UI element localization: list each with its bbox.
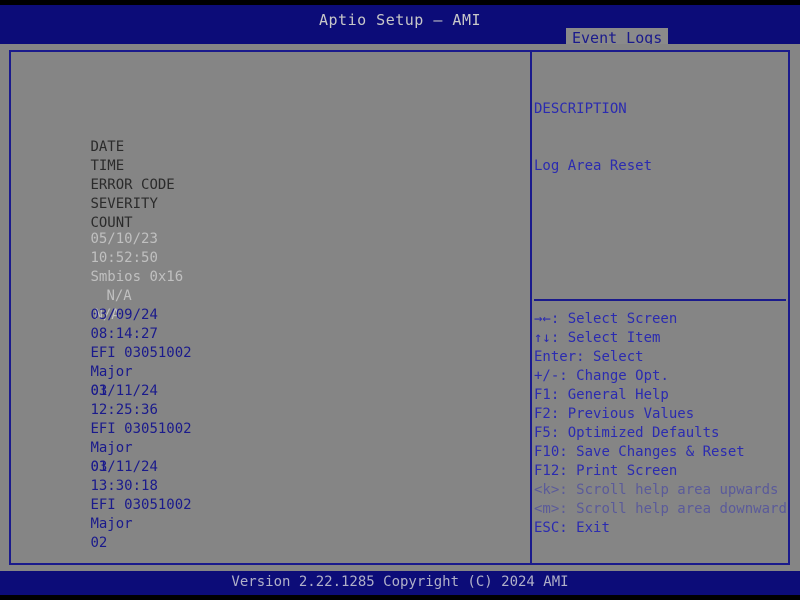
help-key-f5: F5: Optimized Defaults (534, 424, 788, 443)
help-separator (534, 299, 786, 301)
help-key-label: : Scroll help area upwards (559, 482, 779, 498)
help-key-select-item: ↑↓: Select Item (534, 329, 788, 348)
k-key-icon: <k> (534, 482, 560, 498)
footer-bar: Version 2.22.1285 Copyright (C) 2024 AMI (0, 571, 800, 595)
help-key-label: : Optimized Defaults (550, 425, 720, 441)
cell-severity: Major (90, 516, 133, 532)
description-block: DESCRIPTION Log Area Reset (534, 62, 784, 214)
cell-error-code: EFI 03051002 (90, 497, 192, 513)
help-key-select-screen: →←: Select Screen (534, 310, 788, 329)
cell-severity: Major (90, 440, 133, 456)
column-header-severity: SEVERITY (90, 196, 158, 212)
cell-severity: N/A (106, 288, 132, 304)
bios-setup-screen: Aptio Setup – AMI Event Logs DATE TIME E… (0, 0, 800, 600)
help-key-list: →←: Select Screen ↑↓: Select Item Enter:… (534, 310, 788, 538)
plus-minus-key-icon: +/- (534, 368, 560, 384)
help-key-label: : Change Opt. (559, 368, 669, 384)
header-bar: Aptio Setup – AMI Event Logs (0, 5, 800, 49)
help-key-scroll-up: <k>: Scroll help area upwards (534, 481, 788, 500)
help-key-enter: Enter: Select (534, 348, 788, 367)
help-key-label: : Select (576, 349, 644, 365)
help-key-label: : General Help (550, 387, 669, 403)
help-key-label: : Scroll help area downwards (559, 501, 788, 517)
cell-time: 08:14:27 (90, 326, 158, 342)
cell-time: 12:25:36 (90, 402, 158, 418)
column-header-error-code: ERROR CODE (90, 177, 175, 193)
left-right-arrow-icon: →← (534, 311, 551, 327)
cell-date: 03/11/24 (90, 383, 158, 399)
up-down-arrow-icon: ↑↓ (534, 330, 551, 346)
table-header-row: DATE TIME ERROR CODE SEVERITY COUNT (23, 119, 183, 231)
help-key-label: : Save Changes & Reset (559, 444, 745, 460)
cell-date: 05/10/23 (90, 231, 158, 247)
f10-key-icon: F10 (534, 444, 560, 460)
help-key-label: : Print Screen (559, 463, 678, 479)
help-key-change-opt: +/-: Change Opt. (534, 367, 788, 386)
help-key-label: : Select Item (550, 330, 661, 346)
help-key-scroll-down: <m>: Scroll help area downwards (534, 500, 788, 519)
f1-key-icon: F1 (534, 387, 551, 403)
cell-error-code: EFI 03051002 (90, 345, 192, 361)
f5-key-icon: F5 (534, 425, 551, 441)
cell-error-code: Smbios 0x16 (90, 269, 184, 285)
column-header-time: TIME (90, 158, 125, 174)
m-key-icon: <m> (534, 501, 560, 517)
cell-error-code: EFI 03051002 (90, 421, 192, 437)
cell-time: 10:52:50 (90, 250, 158, 266)
event-log-panel: DATE TIME ERROR CODE SEVERITY COUNT 05/1… (11, 52, 529, 563)
f2-key-icon: F2 (534, 406, 551, 422)
help-key-f1: F1: General Help (534, 386, 788, 405)
cell-severity: Major (90, 364, 133, 380)
help-key-label: : Exit (559, 520, 610, 536)
help-panel: DESCRIPTION Log Area Reset →←: Select Sc… (532, 52, 788, 563)
event-log-table: DATE TIME ERROR CODE SEVERITY COUNT 05/1… (23, 62, 192, 551)
help-key-esc: ESC: Exit (534, 519, 788, 538)
cell-count: 02 (90, 535, 108, 551)
description-heading: DESCRIPTION (534, 101, 627, 117)
cell-date: 03/11/24 (90, 459, 158, 475)
help-key-label: : Previous Values (550, 406, 695, 422)
help-key-f2: F2: Previous Values (534, 405, 788, 424)
help-key-f10: F10: Save Changes & Reset (534, 443, 788, 462)
help-key-label: : Select Screen (550, 311, 678, 327)
esc-key-icon: ESC (534, 520, 560, 536)
f12-key-icon: F12 (534, 463, 560, 479)
column-header-date: DATE (90, 139, 125, 155)
help-key-f12: F12: Print Screen (534, 462, 788, 481)
cell-date: 03/09/24 (90, 307, 158, 323)
description-text: Log Area Reset (534, 158, 653, 174)
cell-time: 13:30:18 (90, 478, 158, 494)
enter-key-icon: Enter (534, 349, 577, 365)
page-title: Aptio Setup – AMI (318, 11, 482, 29)
version-text: Version 2.22.1285 Copyright (C) 2024 AMI (231, 574, 569, 590)
